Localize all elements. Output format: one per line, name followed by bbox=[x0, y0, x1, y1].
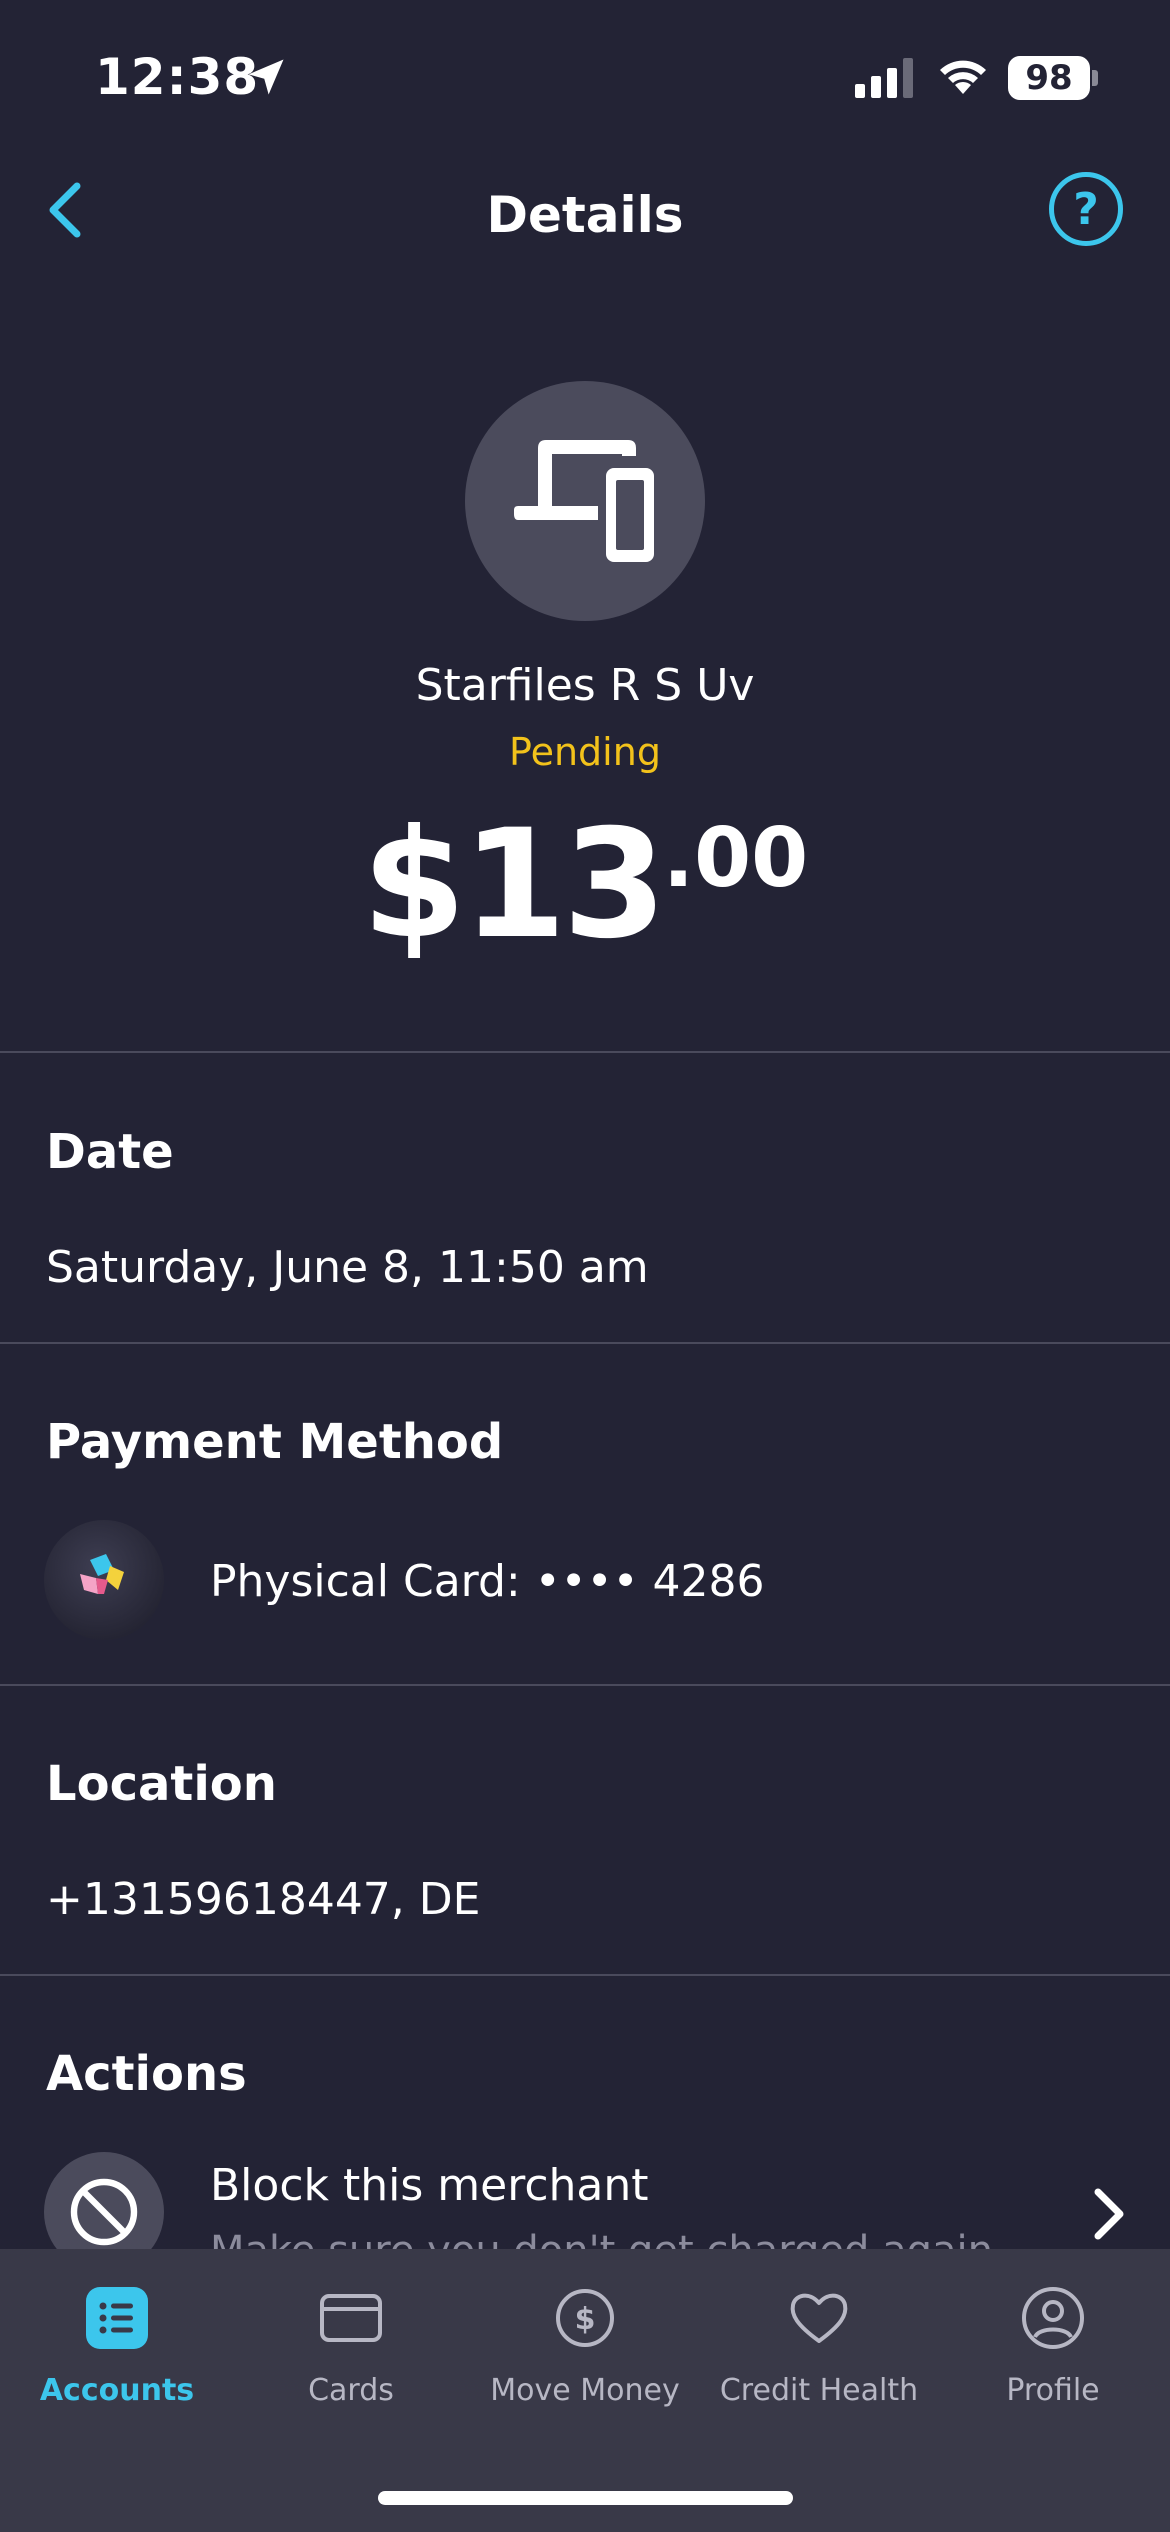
divider bbox=[0, 1051, 1170, 1053]
tab-accounts[interactable]: Accounts bbox=[0, 2249, 234, 2449]
devices-icon bbox=[514, 440, 654, 562]
help-button[interactable]: ? bbox=[1049, 172, 1123, 246]
location-value: +13159618447, DE bbox=[46, 1874, 481, 1925]
page-title: Details bbox=[486, 186, 684, 244]
profile-icon bbox=[1018, 2283, 1088, 2353]
tab-profile[interactable]: Profile bbox=[936, 2249, 1170, 2449]
status-bar: 12:38 98 bbox=[0, 0, 1170, 150]
transaction-amount: $13.00 bbox=[0, 810, 1170, 960]
wifi-icon bbox=[940, 60, 986, 94]
block-icon bbox=[70, 2178, 138, 2246]
tab-cards-label: Cards bbox=[308, 2373, 394, 2408]
tab-move-money[interactable]: $ Move Money bbox=[468, 2249, 702, 2449]
card-brand-logo bbox=[80, 1554, 124, 1594]
card-logo-icon bbox=[44, 1520, 164, 1640]
tab-bar: Accounts Cards $ Move Money Credit Healt… bbox=[0, 2249, 1170, 2532]
status-time: 12:38 bbox=[95, 48, 260, 106]
payment-method-title: Payment Method bbox=[46, 1414, 504, 1470]
svg-text:$: $ bbox=[575, 2302, 596, 2337]
payment-method-value: Physical Card: •••• 4286 bbox=[210, 1556, 765, 1607]
tab-credit-health[interactable]: Credit Health bbox=[702, 2249, 936, 2449]
divider bbox=[0, 1342, 1170, 1344]
cellular-signal-icon bbox=[855, 58, 913, 98]
transaction-details-screen: 12:38 98 Details ? Starfiles R S Uv Pend… bbox=[0, 0, 1170, 2532]
date-value: Saturday, June 8, 11:50 am bbox=[46, 1242, 649, 1293]
tab-cards[interactable]: Cards bbox=[234, 2249, 468, 2449]
tab-credit-health-label: Credit Health bbox=[719, 2373, 919, 2408]
actions-title: Actions bbox=[46, 2046, 247, 2102]
amount-cents: .00 bbox=[662, 811, 809, 906]
divider bbox=[0, 1974, 1170, 1976]
date-section-title: Date bbox=[46, 1124, 174, 1180]
amount-main: $13 bbox=[361, 798, 667, 972]
chevron-right-icon[interactable] bbox=[1088, 2186, 1132, 2242]
battery-indicator: 98 bbox=[1008, 56, 1090, 100]
block-merchant-label[interactable]: Block this merchant bbox=[210, 2160, 649, 2211]
list-icon bbox=[82, 2283, 152, 2353]
transaction-status: Pending bbox=[509, 730, 661, 774]
tab-accounts-label: Accounts bbox=[39, 2373, 195, 2408]
divider bbox=[0, 1684, 1170, 1686]
dollar-circle-icon: $ bbox=[550, 2283, 620, 2353]
location-arrow-icon bbox=[248, 59, 284, 95]
card-icon bbox=[316, 2283, 386, 2353]
battery-tip bbox=[1092, 70, 1098, 86]
tab-move-money-label: Move Money bbox=[490, 2373, 680, 2408]
merchant-name: Starfiles R S Uv bbox=[415, 660, 755, 711]
location-title: Location bbox=[46, 1756, 277, 1812]
tab-profile-label: Profile bbox=[1006, 2373, 1100, 2408]
home-indicator[interactable] bbox=[378, 2491, 793, 2505]
heart-icon bbox=[784, 2283, 854, 2353]
merchant-avatar bbox=[465, 381, 705, 621]
